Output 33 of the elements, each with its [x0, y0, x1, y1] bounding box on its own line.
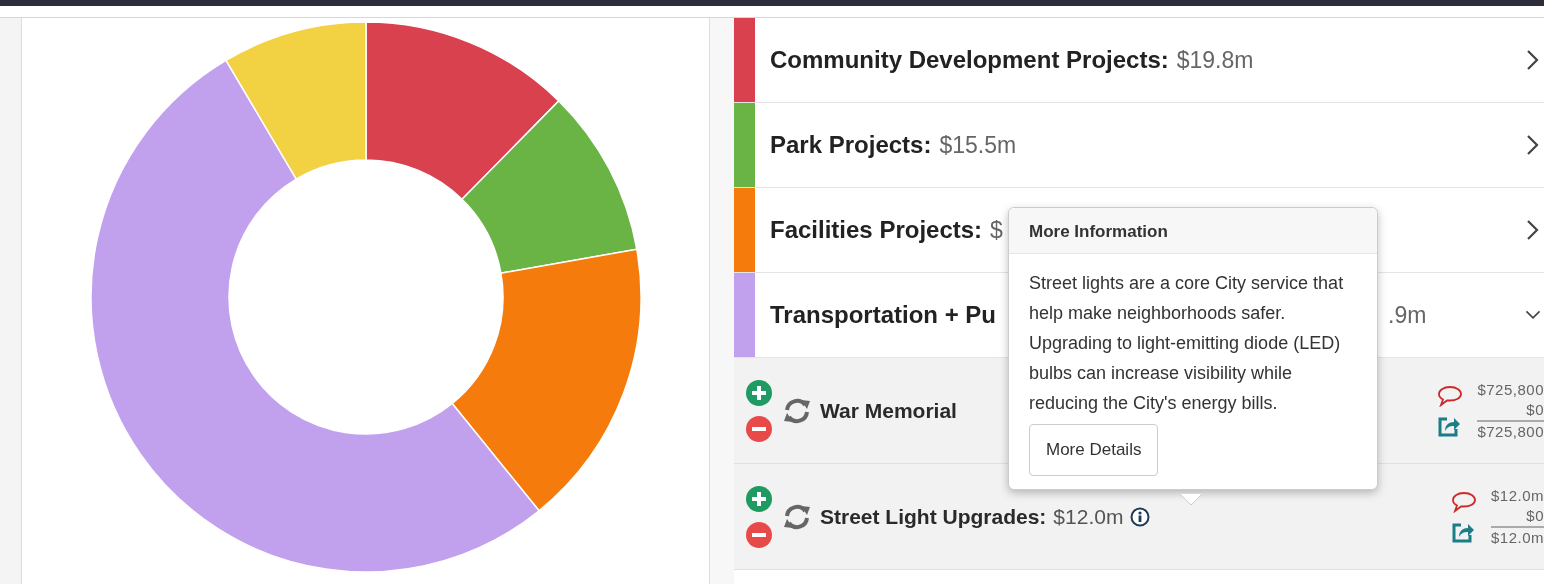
category-amount: $19.8m: [1176, 45, 1254, 75]
chevron-right-icon[interactable]: [1525, 219, 1541, 241]
add-icon[interactable]: [746, 379, 772, 406]
remove-icon[interactable]: [746, 415, 772, 442]
chevron-right-icon[interactable]: [1525, 49, 1541, 71]
popover-pointer: [1180, 494, 1202, 506]
budget-amount: $0: [1526, 505, 1544, 526]
project-name: Street Light Upgrades:: [820, 503, 1047, 530]
info-icon[interactable]: [1130, 506, 1151, 527]
total-amount: $12.0m: [1490, 525, 1544, 548]
comment-icon[interactable]: [1437, 384, 1464, 407]
budget-amount: $0: [1526, 399, 1544, 420]
category-name[interactable]: Community Development Projects:: [770, 42, 1169, 78]
project-name: War Memorial: [820, 397, 957, 424]
total-amount: $725,800: [1477, 419, 1544, 442]
category-amount: $: [990, 215, 1003, 245]
budget-amount: $725,800: [1477, 379, 1544, 400]
category-name[interactable]: Facilities Projects:: [770, 212, 983, 248]
category-amount: .9m: [1388, 300, 1427, 330]
category-amount: $15.5m: [939, 130, 1017, 160]
popover-title: More Information: [1009, 208, 1377, 254]
budget-amount: $12.0m: [1490, 485, 1544, 506]
more-details-button[interactable]: More Details: [1029, 423, 1159, 476]
refresh-icon[interactable]: [782, 502, 812, 531]
category-name[interactable]: Transportation + Pu: [770, 297, 997, 333]
comment-icon[interactable]: [1450, 490, 1477, 513]
chevron-right-icon[interactable]: [1525, 134, 1541, 156]
category-name[interactable]: Park Projects:: [770, 127, 932, 163]
project-amount: $12.0m: [1053, 503, 1124, 530]
refresh-icon[interactable]: [782, 396, 812, 425]
add-icon[interactable]: [746, 485, 772, 512]
popover-text: Street lights are a core City service that help make neighborhoods safer. Upgrading to light-emitting diode (LED) bulbs can increase visibility while reducing the City's energy bills.: [1029, 271, 1345, 415]
remove-icon[interactable]: [746, 521, 772, 548]
